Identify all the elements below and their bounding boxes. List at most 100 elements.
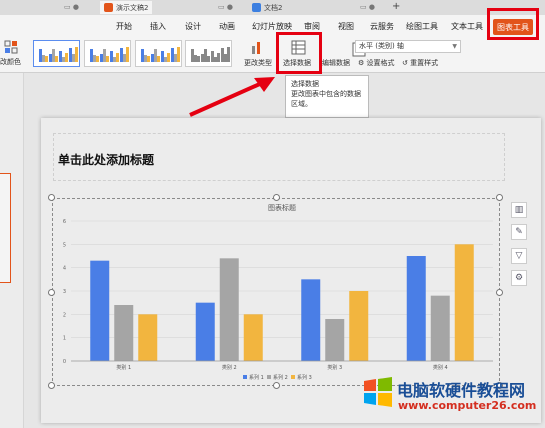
y-tick-label: 5 [63, 242, 66, 248]
thumb-bar [96, 56, 99, 62]
tooltip-body: 更改图表中包含的数据区域。 [291, 90, 361, 108]
thumb-bar [157, 56, 160, 62]
thumb-bar [177, 47, 180, 62]
slide-thumbnail[interactable] [0, 173, 11, 283]
slide-title: 单击此处添加标题 [58, 153, 155, 167]
chart[interactable]: 图表标题0123456类别 1 类别 2 类别 3 类别 4系列 1 系列 2 系列 3 [53, 199, 501, 387]
x-tick-label: 类别 3 [327, 364, 342, 371]
legend-label: 系列 2 [273, 374, 288, 381]
legend-swatch [291, 375, 295, 379]
chart-style-1[interactable] [33, 40, 80, 67]
x-tick-label: 类别 2 [222, 364, 237, 371]
title-placeholder[interactable]: 单击此处添加标题 [53, 133, 505, 181]
menu-review[interactable]: 审阅 [304, 21, 320, 32]
bar [325, 319, 345, 361]
thumb-bar [227, 47, 230, 62]
chart-elements-icon[interactable]: ▥ [511, 202, 527, 218]
resize-handle[interactable] [273, 382, 280, 389]
tooltip-title: 选择数据 [291, 80, 319, 88]
thumb-bar [75, 47, 78, 62]
y-tick-label: 6 [63, 219, 66, 225]
highlight-chart-tools [487, 8, 539, 40]
menu-drawing-tools[interactable]: 绘图工具 [406, 21, 438, 32]
chart-frame[interactable]: 图表标题 0 1 2 3 4 5 6 类别 1 类别 2 类别 3 类别 4 系列 1 系列 2 系列 3 [52, 198, 500, 386]
reset-style-label: 重置样式 [410, 59, 439, 67]
change-type-button[interactable]: 更改类型 [244, 58, 272, 68]
thumb-bar [197, 56, 200, 62]
menu-slideshow[interactable]: 幻灯片放映 [252, 21, 292, 32]
y-tick-label: 0 [63, 359, 66, 365]
resize-handle[interactable] [496, 194, 503, 201]
axis-dropdown-value: 水平 (类别) 轴 [359, 42, 404, 50]
thumb-bar [55, 56, 58, 62]
window-control-icon[interactable]: ▭ ● [218, 3, 233, 11]
select-data-tooltip: 选择数据 更改图表中包含的数据区域。 [285, 75, 369, 118]
x-tick-label: 类别 1 [116, 364, 131, 371]
thumb-bar [207, 56, 210, 62]
set-format-label: 设置格式 [366, 59, 395, 67]
axis-dropdown[interactable]: 水平 (类别) 轴 ▼ [355, 40, 461, 53]
edit-data-button[interactable]: 编辑数据 [322, 58, 350, 68]
resize-handle[interactable] [48, 289, 55, 296]
resize-handle[interactable] [48, 382, 55, 389]
menu-text-tools[interactable]: 文本工具 [451, 21, 483, 32]
chart-title: 图表标题 [268, 203, 296, 212]
new-tab-button[interactable]: + [392, 1, 400, 12]
tab-label: 文档2 [264, 3, 283, 12]
windows-logo-icon [364, 377, 392, 407]
menu-animation[interactable]: 动画 [219, 21, 235, 32]
thumb-bar [217, 53, 220, 62]
bar [301, 279, 321, 361]
menu-view[interactable]: 视图 [338, 21, 354, 32]
thumb-bar [45, 56, 48, 62]
title-bar: ▭ ● 演示文稿2 ▭ ● 文档2 ▭ ● + [0, 0, 545, 15]
bar [114, 305, 134, 361]
menu-home[interactable]: 开始 [116, 21, 132, 32]
bar [195, 302, 215, 361]
change-color-button[interactable]: 改颜色 [0, 57, 21, 67]
menu-bar: 开始 插入 设计 动画 幻灯片放映 审阅 视图 云服务 绘图工具 文本工具 图表… [0, 15, 545, 37]
menu-design[interactable]: 设计 [185, 21, 201, 32]
y-tick-label: 4 [63, 266, 66, 272]
y-tick-label: 1 [63, 336, 66, 342]
thumb-bar [147, 56, 150, 62]
window-control-icon[interactable]: ▭ ● [64, 3, 79, 11]
chart-style-icon[interactable]: ✎ [511, 224, 527, 240]
slide-thumbnail-panel[interactable] [0, 73, 24, 428]
window-control-icon[interactable]: ▭ ● [360, 3, 375, 11]
thumb-bar [126, 47, 129, 62]
watermark: 电脑软硬件教程网 www.computer26.com [362, 370, 542, 420]
bar [90, 260, 110, 361]
thumb-bar [167, 53, 170, 62]
resize-handle[interactable] [496, 289, 503, 296]
watermark-url: www.computer26.com [398, 399, 537, 412]
chart-settings-icon[interactable]: ⚙ [511, 270, 527, 286]
chevron-down-icon: ▼ [452, 43, 457, 50]
watermark-text: 电脑软硬件教程网 [397, 381, 526, 400]
legend-label: 系列 1 [249, 374, 264, 381]
bar [243, 314, 263, 361]
menu-insert[interactable]: 插入 [150, 21, 166, 32]
change-type-icon [252, 42, 260, 54]
menu-cloud[interactable]: 云服务 [370, 21, 394, 32]
chart-style-3[interactable] [135, 40, 182, 67]
chart-filter-icon[interactable]: ▽ [511, 248, 527, 264]
resize-handle[interactable] [48, 194, 55, 201]
y-tick-label: 3 [63, 289, 66, 295]
chart-style-2[interactable] [84, 40, 131, 67]
set-format-button[interactable]: ⚙ 设置格式 [358, 58, 395, 68]
bar [430, 295, 450, 361]
chart-style-4[interactable] [185, 40, 232, 67]
bar [349, 291, 369, 361]
bar [454, 244, 474, 361]
y-tick-label: 2 [63, 312, 66, 318]
thumb-bar [65, 53, 68, 62]
tab-presentation[interactable]: 演示文稿2 [100, 1, 153, 14]
bar [138, 314, 158, 361]
reset-style-button[interactable]: ↺ 重置样式 [402, 58, 438, 68]
bar [406, 256, 426, 361]
tab-document[interactable]: 文档2 [252, 1, 282, 14]
legend-swatch [243, 375, 247, 379]
legend-swatch [267, 375, 271, 379]
resize-handle[interactable] [273, 194, 280, 201]
